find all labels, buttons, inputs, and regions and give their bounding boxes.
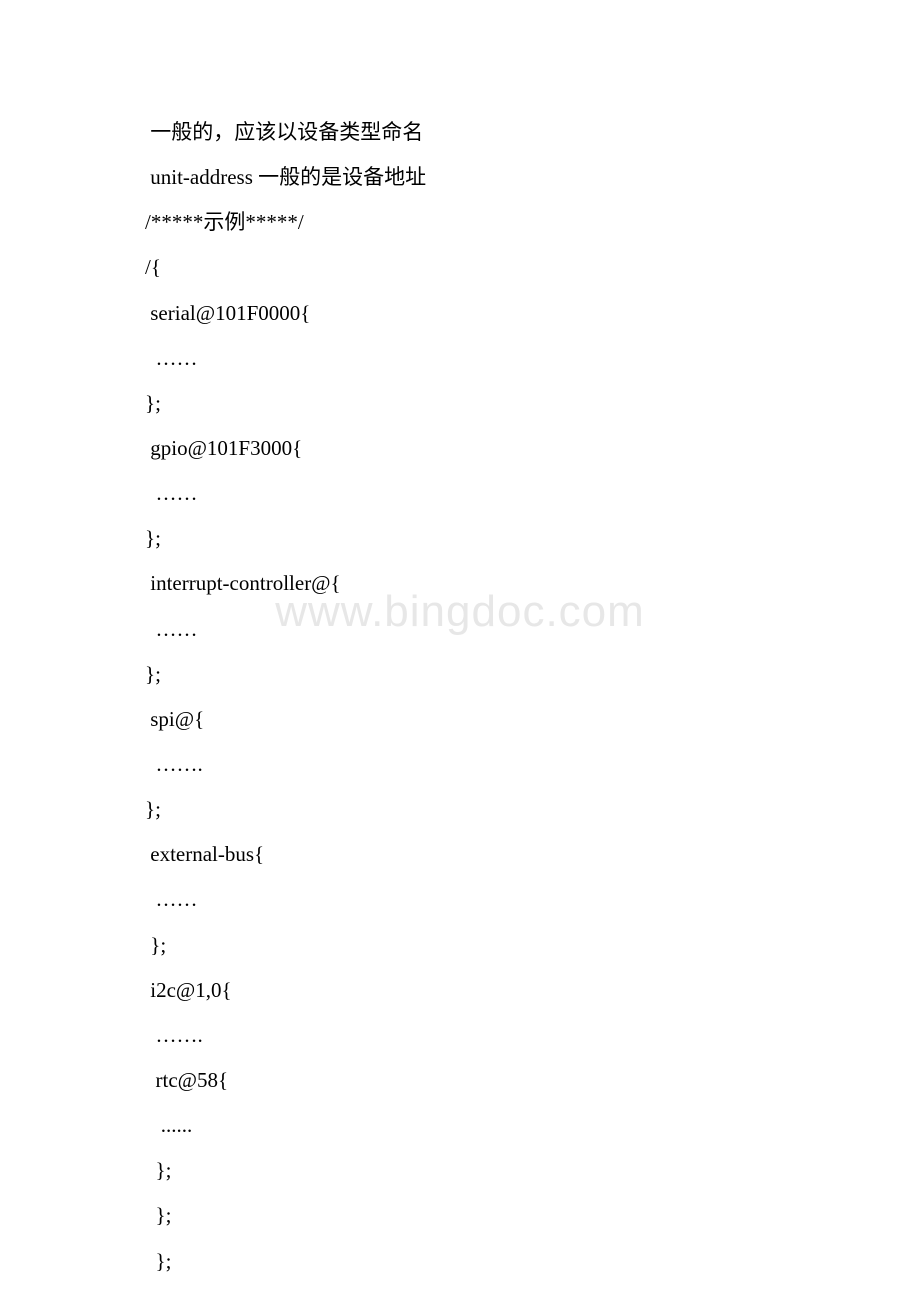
text-line: ...... [145, 1103, 800, 1148]
text-line: gpio@101F3000{ [145, 426, 800, 471]
text-line: ……. [145, 742, 800, 787]
text-line: }; [145, 516, 800, 561]
text-line: unit-address 一般的是设备地址 [145, 155, 800, 200]
text-line: /*****示例*****/ [145, 200, 800, 245]
text-line: rtc@58{ [145, 1058, 800, 1103]
text-line: /{ [145, 245, 800, 290]
text-line: external-bus{ [145, 832, 800, 877]
text-line: …… [145, 336, 800, 381]
text-line: }; [145, 1148, 800, 1193]
text-line: }; [145, 652, 800, 697]
document-body: 一般的，应该以设备类型命名 unit-address 一般的是设备地址 /***… [145, 110, 800, 1284]
text-line: }; [145, 1193, 800, 1238]
text-line: …… [145, 877, 800, 922]
text-line: }; [145, 1239, 800, 1284]
text-line: }; [145, 787, 800, 832]
text-line: interrupt-controller@{ [145, 561, 800, 606]
text-line: ……. [145, 1013, 800, 1058]
text-line: spi@{ [145, 697, 800, 742]
text-line: …… [145, 607, 800, 652]
text-line: }; [145, 923, 800, 968]
text-line: serial@101F0000{ [145, 291, 800, 336]
text-line: 一般的，应该以设备类型命名 [145, 110, 800, 155]
text-line: }; [145, 381, 800, 426]
text-line: i2c@1,0{ [145, 968, 800, 1013]
text-line: …… [145, 471, 800, 516]
